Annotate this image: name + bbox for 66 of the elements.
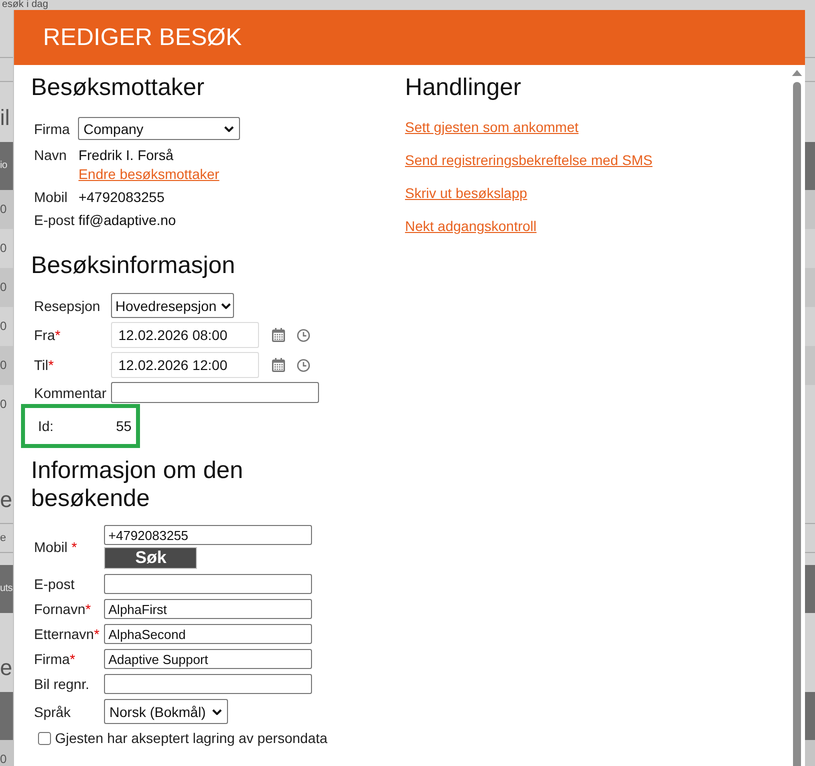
consent-checkbox[interactable]: [38, 732, 51, 744]
search-button[interactable]: Søk: [104, 547, 198, 569]
field-label: Fra*: [34, 327, 62, 343]
scrollbar-thumb[interactable]: [792, 82, 800, 766]
section-heading: il: [0, 104, 11, 132]
table-cell-text: 0: [0, 396, 8, 413]
clock-icon[interactable]: [297, 328, 310, 342]
field-label: Etternavn*: [34, 626, 100, 642]
input-field[interactable]: AlphaFirst: [104, 599, 312, 619]
column-header: io: [0, 142, 13, 190]
reception-select[interactable]: Hovedresepsjon: [111, 293, 234, 318]
recipient-phone: +4792083255: [78, 189, 166, 205]
field-label: E-post: [34, 576, 76, 592]
field-label: Til*: [34, 357, 55, 373]
column-header: [805, 692, 815, 740]
column-header: [805, 565, 815, 613]
section-heading: Handlinger: [405, 74, 522, 102]
table-cell: 0: [0, 268, 13, 307]
visit-id: 55: [116, 418, 132, 434]
field-label: Navn: [34, 147, 68, 163]
input-field[interactable]: AlphaSecond: [104, 624, 312, 644]
section-heading: Informasjon om den besøkende: [31, 457, 244, 513]
section-heading: e: [0, 486, 13, 514]
chevron-down-icon: [212, 708, 222, 714]
clock-icon[interactable]: [297, 358, 310, 372]
input-field[interactable]: [104, 674, 312, 694]
field-label: Fornavn*: [34, 601, 92, 617]
page-heading: esøk i dag: [1, 0, 48, 10]
table-cell: 0: [0, 740, 13, 766]
scroll-up-icon[interactable]: [792, 70, 802, 76]
field-label: E-post: [34, 212, 74, 228]
field-label: Mobil: [34, 189, 68, 205]
field-label: Språk: [34, 704, 72, 720]
comment-field[interactable]: [111, 382, 320, 403]
field-label: Firma*: [34, 651, 76, 667]
section-heading: e: [0, 654, 13, 682]
input-field[interactable]: Adaptive Support: [104, 649, 312, 669]
table-cell: 0: [0, 190, 13, 229]
date-time-field[interactable]: 12.02.2026 12:00: [111, 352, 260, 378]
recipient-email: fif@adaptive.no: [78, 212, 177, 228]
column-header: [805, 142, 815, 190]
section-heading: Besøksinformasjon: [31, 252, 236, 280]
table-cell: 0: [0, 346, 13, 385]
calendar-icon[interactable]: [272, 328, 286, 342]
dialog-title: REDIGER BESØK: [43, 24, 242, 52]
company-select[interactable]: Company: [78, 117, 240, 140]
date-time-field[interactable]: 12.02.2026 08:00: [111, 322, 260, 348]
field-label: Firma: [34, 120, 71, 136]
column-header: [0, 692, 13, 740]
consent-label: Gjesten har akseptert lagring av persondata: [55, 730, 328, 746]
field-label: Kommentar: [34, 384, 106, 400]
field-label: Id:: [38, 418, 55, 434]
column-header: uts: [0, 565, 13, 613]
section-heading: Besøksmottaker: [31, 74, 206, 102]
recipient-name: Fredrik I. Forså: [78, 147, 174, 163]
field-label: Bil regnr.: [34, 676, 90, 692]
field-label: Resepsjon: [34, 298, 102, 314]
input-field[interactable]: [104, 574, 312, 594]
chevron-down-icon: [224, 126, 234, 132]
field-label: Mobil *: [34, 539, 78, 555]
phone-field[interactable]: +4792083255: [104, 525, 312, 545]
table-cell-text: 0: [0, 318, 8, 335]
language-select[interactable]: Norsk (Bokmål): [104, 699, 228, 724]
chevron-down-icon: [220, 302, 231, 308]
table-cell-text: 0: [0, 240, 8, 257]
calendar-icon[interactable]: [272, 358, 286, 372]
